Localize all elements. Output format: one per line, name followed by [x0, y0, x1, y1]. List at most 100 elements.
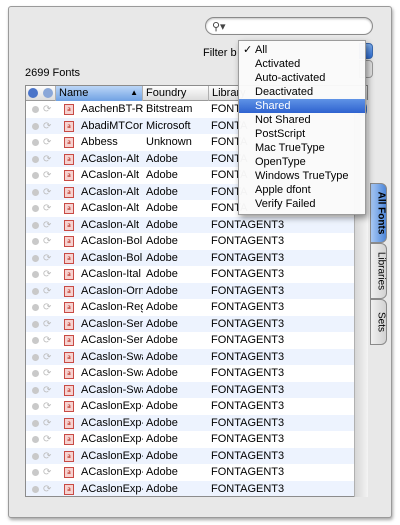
- column-header-foundry[interactable]: Foundry: [143, 86, 209, 101]
- font-name-cell: ACaslon-Swa: [81, 367, 143, 379]
- postscript-font-icon: a: [64, 318, 74, 330]
- table-row[interactable]: ⟳ a ACaslon-Swa Adobe FONTAGENT3: [26, 365, 367, 382]
- font-name-cell: ACaslon-Bol: [81, 251, 143, 264]
- font-name-cell: ACaslon-Alt: [81, 202, 140, 214]
- activation-dot-icon[interactable]: [32, 287, 39, 295]
- menu-item-auto-activated[interactable]: Auto-activated: [239, 71, 365, 85]
- library-cell: FONTAGENT3: [211, 350, 285, 363]
- tab-all-fonts[interactable]: All Fonts: [370, 183, 387, 243]
- table-row[interactable]: ⟳ a ACaslon-Bol Adobe FONTAGENT3: [26, 249, 367, 266]
- activation-dot-icon[interactable]: [32, 139, 39, 146]
- sync-icon: ⟳: [43, 269, 52, 280]
- table-row[interactable]: ⟳ a ACaslon-Reg Adobe FONTAGENT3: [26, 299, 367, 316]
- status-column-header[interactable]: [26, 86, 56, 101]
- table-row[interactable]: ⟳ a ACaslon-Swa Adobe FONTAGENT3: [26, 348, 367, 365]
- table-row[interactable]: ⟳ a ACaslon-Sen Adobe FONTAGENT3: [26, 332, 367, 349]
- table-row[interactable]: ⟳ a ACaslon-Bol Adobe FONTAGENT3: [26, 233, 367, 250]
- table-row[interactable]: ⟳ a ACaslon-Alt Adobe FONTAGENT3: [26, 216, 367, 233]
- search-field[interactable]: ⚲▾: [205, 17, 373, 35]
- activation-dot-icon[interactable]: [32, 386, 39, 394]
- activation-dot-icon[interactable]: [32, 304, 39, 311]
- sync-icon: ⟳: [43, 170, 52, 181]
- library-cell: FONTAGENT3: [211, 268, 285, 280]
- postscript-font-icon: a: [64, 450, 74, 462]
- menu-item-opentype[interactable]: OpenType: [239, 155, 365, 169]
- activation-dot-icon[interactable]: [32, 469, 39, 476]
- menu-item-mac-truetype[interactable]: Mac TrueType: [239, 141, 365, 155]
- menu-item-deactivated[interactable]: Deactivated: [239, 85, 365, 99]
- menu-item-not-shared[interactable]: Not Shared: [239, 113, 365, 127]
- menu-item-postscript[interactable]: PostScript: [239, 127, 365, 141]
- postscript-font-icon: a: [64, 186, 74, 198]
- postscript-font-icon: a: [64, 302, 74, 313]
- menu-item-label: PostScript: [255, 128, 306, 140]
- postscript-font-icon: a: [64, 368, 74, 379]
- table-row[interactable]: ⟳ a ACaslonExp- Adobe FONTAGENT3: [26, 447, 367, 464]
- activation-dot-icon[interactable]: [32, 370, 39, 377]
- postscript-font-icon: a: [64, 153, 74, 165]
- menu-item-all[interactable]: ✓ All: [239, 43, 365, 57]
- menu-item-label: OpenType: [255, 156, 306, 168]
- menu-item-apple-dfont[interactable]: Apple dfont: [239, 183, 365, 197]
- menu-item-activated[interactable]: Activated: [239, 57, 365, 71]
- activation-dot-icon[interactable]: [32, 254, 39, 262]
- table-row[interactable]: ⟳ a ACaslonExp- Adobe FONTAGENT3: [26, 480, 367, 496]
- activation-dot-icon[interactable]: [32, 106, 39, 113]
- activation-dot-icon[interactable]: [32, 205, 39, 212]
- library-cell: FONTAGENT3: [211, 235, 285, 247]
- foundry-cell: Adobe: [146, 317, 178, 330]
- activation-dot-icon[interactable]: [32, 320, 39, 328]
- activation-dot-icon[interactable]: [32, 436, 39, 443]
- tab-libraries[interactable]: Libraries: [370, 243, 387, 299]
- activation-dot-icon[interactable]: [32, 172, 39, 179]
- font-name-cell: ACaslon-Alt: [81, 169, 140, 181]
- column-header-name[interactable]: Name ▲: [56, 86, 143, 101]
- menu-item-windows-truetype[interactable]: Windows TrueType: [239, 169, 365, 183]
- postscript-font-icon: a: [64, 285, 74, 297]
- checkmark-icon: ✓: [243, 44, 253, 56]
- table-row[interactable]: ⟳ a ACaslonExp- Adobe FONTAGENT3: [26, 398, 367, 415]
- activation-dot-icon[interactable]: [32, 221, 39, 229]
- menu-item-verify-failed[interactable]: Verify Failed: [239, 197, 365, 211]
- sync-icon: ⟳: [43, 153, 52, 165]
- activation-dot-icon[interactable]: [32, 485, 39, 493]
- sync-icon: ⟳: [43, 335, 52, 346]
- activation-dot-icon[interactable]: [32, 403, 39, 410]
- activation-dot-icon[interactable]: [32, 238, 39, 245]
- library-cell: FONTAGENT3: [211, 433, 285, 445]
- activation-dot-icon[interactable]: [32, 452, 39, 460]
- foundry-cell: Adobe: [146, 301, 178, 313]
- table-row[interactable]: ⟳ a ACaslonExp- Adobe FONTAGENT3: [26, 431, 367, 448]
- activation-dot-icon[interactable]: [32, 419, 39, 427]
- menu-item-shared[interactable]: Shared: [239, 99, 365, 113]
- library-cell: FONTAGENT3: [211, 218, 285, 231]
- foundry-cell: Adobe: [146, 268, 178, 280]
- activation-status-icon: [28, 88, 38, 98]
- table-row[interactable]: ⟳ a ACaslonExp- Adobe FONTAGENT3: [26, 414, 367, 431]
- tab-sets[interactable]: Sets: [370, 299, 387, 345]
- activation-dot-icon[interactable]: [32, 122, 39, 130]
- magnifier-icon[interactable]: ⚲▾: [212, 20, 226, 33]
- table-row[interactable]: ⟳ a ACaslon-Sen Adobe FONTAGENT3: [26, 315, 367, 332]
- table-row[interactable]: ⟳ a ACaslon-Orn Adobe FONTAGENT3: [26, 282, 367, 299]
- font-name-cell: ACaslon-Swa: [81, 383, 143, 396]
- sort-ascending-icon: ▲: [130, 88, 138, 97]
- menu-item-label: Verify Failed: [255, 198, 316, 210]
- sync-icon: ⟳: [43, 120, 52, 132]
- table-row[interactable]: ⟳ a ACaslonExp- Adobe FONTAGENT3: [26, 464, 367, 481]
- activation-dot-icon[interactable]: [32, 353, 39, 361]
- sync-icon: ⟳: [43, 318, 52, 330]
- postscript-font-icon: a: [64, 104, 74, 115]
- postscript-font-icon: a: [64, 170, 74, 181]
- activation-dot-icon[interactable]: [32, 188, 39, 196]
- table-row[interactable]: ⟳ a ACaslon-Swa Adobe FONTAGENT3: [26, 381, 367, 398]
- table-row[interactable]: ⟳ a ACaslon-Ital Adobe FONTAGENT3: [26, 266, 367, 283]
- activation-dot-icon[interactable]: [32, 337, 39, 344]
- foundry-cell: Adobe: [146, 400, 178, 412]
- tab-all-fonts-label: All Fonts: [375, 191, 387, 235]
- activation-dot-icon[interactable]: [32, 155, 39, 163]
- filter-dropdown-menu: ✓ All Activated Auto-activated Deactivated Sh…: [238, 40, 366, 215]
- activation-dot-icon[interactable]: [32, 271, 39, 278]
- library-cell: FONTAGENT3: [211, 251, 285, 264]
- postscript-font-icon: a: [64, 384, 74, 396]
